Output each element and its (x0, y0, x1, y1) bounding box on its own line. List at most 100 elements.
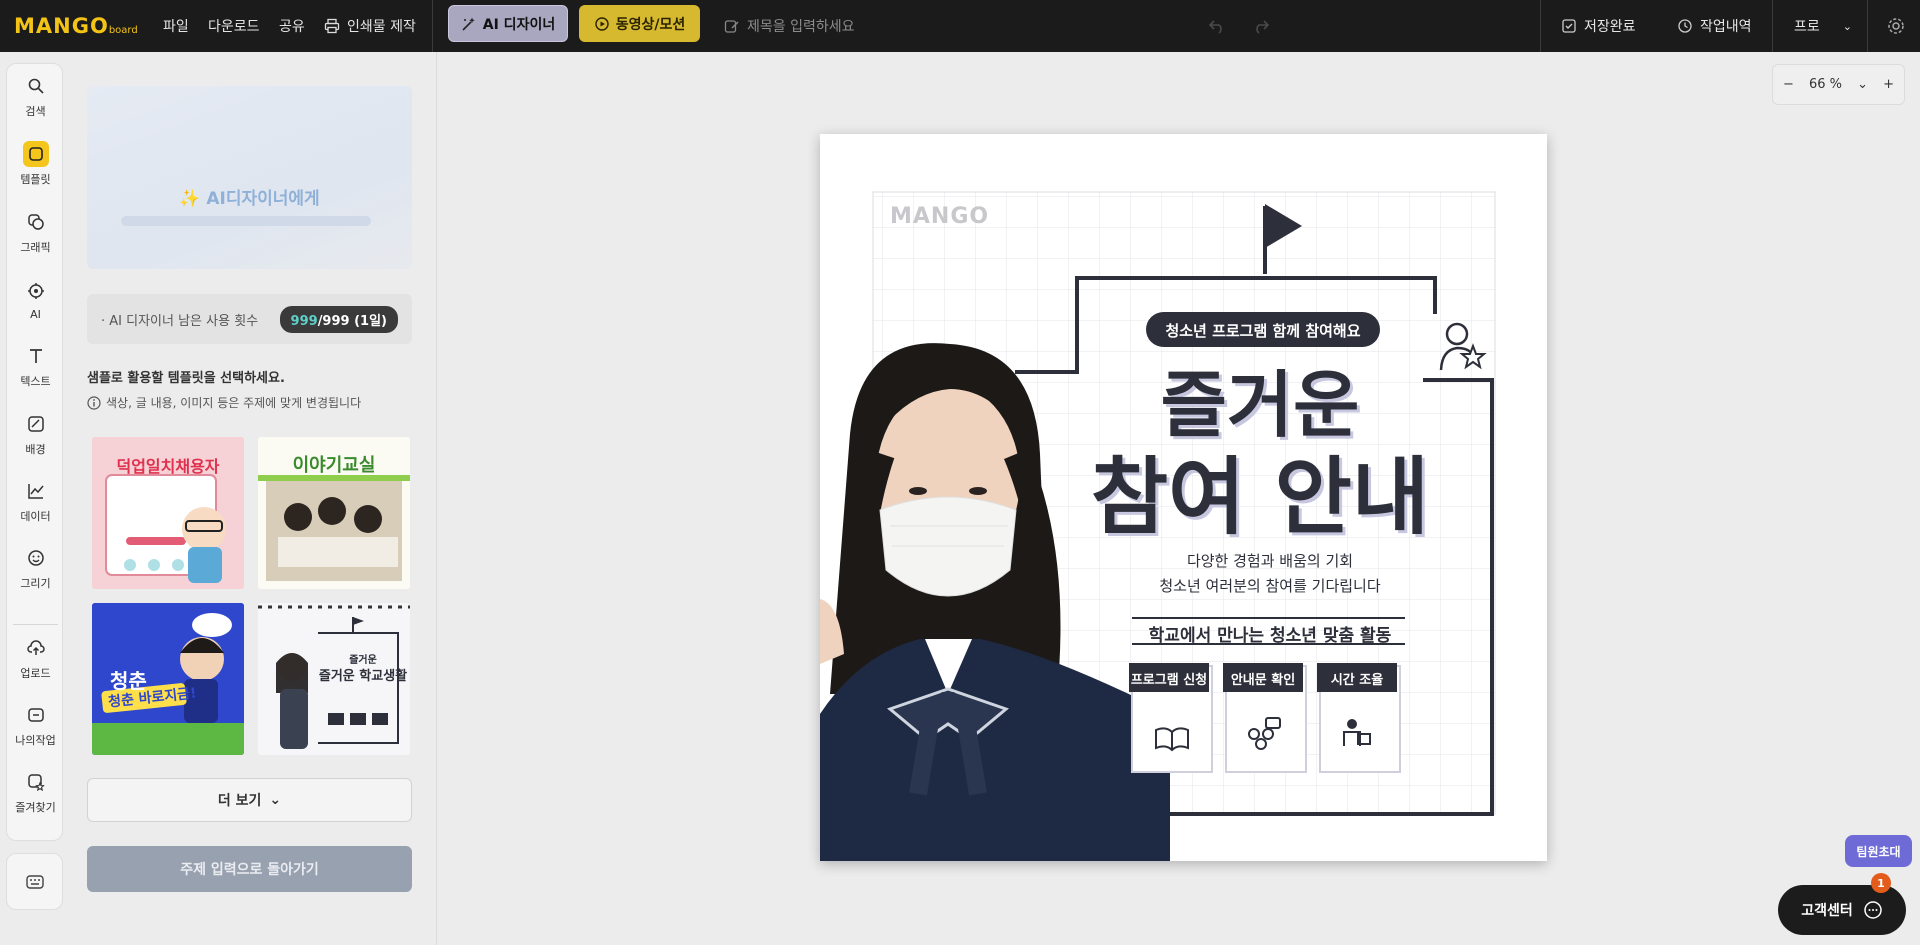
history-button[interactable]: 작업내역 (1677, 0, 1752, 52)
guide-title: 샘플로 활용할 템플릿을 선택하세요. (87, 371, 285, 386)
invite-team-button[interactable]: 팀원초대 (1845, 835, 1912, 867)
sidebar-item-text[interactable]: 텍스트 (7, 336, 64, 396)
sidebar-item-ai[interactable]: AI (7, 269, 64, 329)
chevron-down-icon[interactable]: ⌄ (1857, 77, 1868, 92)
ai-designer-label: AI 디자이너 (482, 16, 556, 33)
ai-designer-button[interactable]: AI 디자이너 (448, 5, 568, 42)
motion-button[interactable]: 동영상/모션 (579, 5, 700, 42)
logo-text: MANGO (14, 14, 109, 38)
menu-file[interactable]: 파일 (163, 0, 189, 52)
menu-download-label: 다운로드 (208, 19, 260, 35)
poster-desc-1: 다양한 경험과 배움의 기회 (1186, 552, 1354, 570)
cloud-save-icon (1562, 19, 1576, 33)
motion-label: 동영상/모션 (615, 16, 686, 33)
poster-card-notice: 안내문 확인 (1230, 673, 1296, 688)
poster-pill: 청소년 프로그램 함께 참여해요 (1165, 322, 1361, 340)
upload-icon (23, 635, 49, 661)
plan-dropdown[interactable]: 프로 ⌄ (1794, 0, 1852, 52)
menu-print[interactable]: 인쇄물 제작 (324, 0, 416, 52)
sidebar-item-search[interactable]: 검색 (7, 66, 64, 126)
sidebar-item-label: 템플릿 (20, 173, 51, 186)
sidebar-item-upload[interactable]: 업로드 (7, 628, 64, 688)
divider (432, 0, 433, 52)
undo-icon (1208, 20, 1222, 34)
printer-icon (324, 18, 340, 34)
title-input[interactable]: 제목을 입력하세요 (724, 0, 855, 52)
chevron-down-icon: ⌄ (1842, 19, 1852, 33)
zoom-in-button[interactable]: + (1883, 77, 1894, 92)
blurred-text (121, 216, 371, 226)
magic-wand-icon (462, 17, 475, 31)
ai-designer-banner[interactable]: ✨ AI디자이너에게 (87, 86, 412, 269)
keyboard-shortcut-button[interactable] (6, 853, 63, 910)
graphic-icon (23, 209, 49, 235)
redo-button[interactable] (1252, 0, 1270, 52)
quota-total: /999 (1일) (317, 313, 387, 329)
template-thumb-4-subtitle: 즐거운 (349, 655, 377, 666)
sidebar-item-label: AI (30, 307, 41, 321)
motion-icon (595, 16, 609, 31)
customer-center-button[interactable]: 고객센터 (1778, 885, 1906, 935)
redo-icon (1256, 20, 1270, 34)
guide-subtext: 색상, 글 내용, 이미지 등은 주제에 맞게 변경됩니다 (87, 394, 361, 411)
sidebar-item-template[interactable]: 템플릿 (7, 134, 64, 194)
zoom-out-button[interactable]: − (1783, 77, 1794, 92)
sidebar-item-label: 그리기 (20, 577, 51, 590)
canvas-page[interactable]: MANGO 청소년 프로그램 함께 참여해요 즐거운 참여 안내 다양한 경험과… (820, 134, 1547, 861)
notification-badge: 1 (1871, 873, 1891, 893)
template-thumb-1[interactable]: 덕업일치채용자 (92, 437, 244, 589)
template-thumb-4-title: 즐거운 학교생활 (318, 669, 408, 684)
customer-center-label: 고객센터 (1801, 903, 1853, 919)
sidebar-item-my-work[interactable]: 나의작업 (7, 695, 64, 755)
template-thumb-2-title: 이야기교실 (292, 455, 376, 476)
sidebar-item-background[interactable]: 배경 (7, 404, 64, 464)
sidebar-item-label: 업로드 (20, 667, 51, 680)
divider (1772, 0, 1773, 52)
poster-card-time: 시간 조율 (1330, 673, 1384, 688)
template-thumb-2[interactable]: 이야기교실 (258, 437, 410, 589)
ai-icon (23, 278, 49, 304)
zoom-value[interactable]: 66 % (1809, 77, 1842, 92)
sidebar-item-data[interactable]: 데이터 (7, 471, 64, 531)
text-icon (23, 343, 49, 369)
poster-card-apply: 프로그램 신청 (1130, 673, 1208, 688)
menu-file-label: 파일 (163, 19, 189, 35)
sidebar-item-label: 텍스트 (20, 375, 51, 388)
undo-button[interactable] (1208, 0, 1226, 52)
history-label: 작업내역 (1700, 19, 1752, 35)
menu-download[interactable]: 다운로드 (208, 0, 260, 52)
back-to-topic-label: 주제 입력으로 돌아가기 (180, 862, 319, 878)
sidebar-item-label: 즐겨찾기 (15, 801, 56, 814)
history-icon (1678, 19, 1692, 33)
invite-team-label: 팀원초대 (1856, 844, 1901, 859)
poster-logo: MANGO (890, 204, 990, 229)
template-thumb-1-title: 덕업일치채용자 (116, 457, 220, 476)
save-status[interactable]: 저장완료 (1561, 0, 1636, 52)
top-bar: MANGOboard 파일 다운로드 공유 인쇄물 제작 AI 디자이너 동영상… (0, 0, 1920, 52)
sidebar-item-favorite[interactable]: 즐겨찾기 (7, 762, 64, 822)
settings-button[interactable] (1887, 0, 1905, 52)
sidebar-item-label: 검색 (25, 105, 46, 118)
sidebar-item-draw[interactable]: 그리기 (7, 538, 64, 598)
plan-label: 프로 (1794, 19, 1820, 35)
template-thumb-4[interactable]: 즐거운 즐거운 학교생활 (258, 603, 410, 755)
more-button[interactable]: 더 보기 ⌄ (87, 778, 412, 822)
sidebar-item-label: 배경 (25, 443, 46, 456)
sidebar-item-graphic[interactable]: 그래픽 (7, 202, 64, 262)
sidebar: 검색 템플릿 그래픽 AI 텍스트 배경 데이터 그리기 업로드 나의작업 즐겨… (6, 63, 63, 841)
ai-banner-title-text: AI디자이너에게 (206, 189, 320, 209)
template-thumb-3[interactable]: 청춘 청춘 바로지금! (92, 603, 244, 755)
back-to-topic-button[interactable]: 주제 입력으로 돌아가기 (87, 846, 412, 892)
logo-sub-text: board (108, 25, 138, 36)
folder-icon (23, 702, 49, 728)
divider (1540, 0, 1541, 52)
divider (1867, 0, 1868, 52)
info-icon (87, 395, 101, 410)
menu-share[interactable]: 공유 (279, 0, 305, 52)
mango-logo[interactable]: MANGOboard (14, 0, 138, 52)
chat-icon (1864, 901, 1882, 919)
favorite-icon (23, 769, 49, 795)
keyboard-icon (25, 874, 44, 889)
menu-share-label: 공유 (279, 19, 305, 35)
chart-icon (23, 478, 49, 504)
